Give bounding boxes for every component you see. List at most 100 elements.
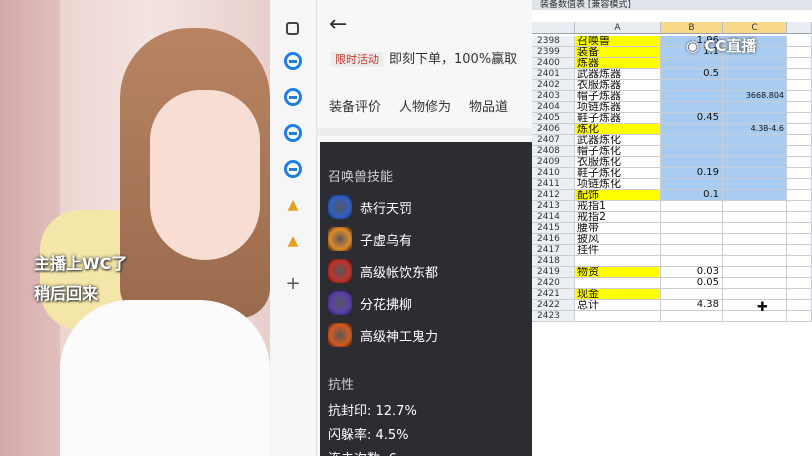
row-number[interactable]: 2408 xyxy=(532,146,575,157)
tab-icon[interactable] xyxy=(286,22,299,35)
ie-icon[interactable] xyxy=(284,160,302,178)
cell-b[interactable]: 0.19 xyxy=(661,168,723,179)
cell-d[interactable] xyxy=(787,234,812,245)
back-arrow-icon[interactable]: ← xyxy=(329,12,347,37)
cell-d[interactable] xyxy=(787,278,812,289)
cell-a[interactable]: 衣服炼化 xyxy=(575,157,661,168)
row-number[interactable]: 2409 xyxy=(532,157,575,168)
row-number[interactable]: 2423 xyxy=(532,311,575,322)
cell-c[interactable] xyxy=(723,58,787,69)
cell-c[interactable] xyxy=(723,267,787,278)
row-number[interactable]: 2399 xyxy=(532,47,575,58)
cell-c[interactable] xyxy=(723,234,787,245)
cell-c[interactable]: 4.38-4.6 xyxy=(723,124,787,135)
row-number[interactable]: 2411 xyxy=(532,179,575,190)
column-header-c[interactable]: C xyxy=(723,22,787,34)
cell-a[interactable]: 鞋子炼器 xyxy=(575,113,661,124)
cell-c[interactable] xyxy=(723,69,787,80)
row-number[interactable]: 2422 xyxy=(532,300,575,311)
cell-a[interactable]: 召唤兽 xyxy=(575,36,661,47)
cell-c[interactable] xyxy=(723,179,787,190)
cell-c[interactable] xyxy=(723,135,787,146)
cell-a[interactable]: 装备 xyxy=(575,47,661,58)
cell-c[interactable] xyxy=(723,289,787,300)
cell-c[interactable] xyxy=(723,113,787,124)
game-icon[interactable]: ▲ xyxy=(282,194,304,216)
cell-a[interactable]: 配饰 xyxy=(575,190,661,201)
cell-d[interactable] xyxy=(787,124,812,135)
cell-d[interactable] xyxy=(787,69,812,80)
cell-a[interactable]: 物资 xyxy=(575,267,661,278)
row-number[interactable]: 2407 xyxy=(532,135,575,146)
cell-b[interactable] xyxy=(661,289,723,300)
cell-b[interactable] xyxy=(661,234,723,245)
cell-a[interactable]: 戒指2 xyxy=(575,212,661,223)
cell-b[interactable] xyxy=(661,256,723,267)
cell-b[interactable] xyxy=(661,58,723,69)
cell-c[interactable] xyxy=(723,278,787,289)
cell-b[interactable] xyxy=(661,91,723,102)
cell-d[interactable] xyxy=(787,168,812,179)
cell-b[interactable] xyxy=(661,201,723,212)
cell-c[interactable] xyxy=(723,201,787,212)
cell-a[interactable]: 鞋子炼化 xyxy=(575,168,661,179)
cell-c[interactable] xyxy=(723,245,787,256)
cell-d[interactable] xyxy=(787,157,812,168)
cell-a[interactable]: 腰带 xyxy=(575,223,661,234)
cell-c[interactable] xyxy=(723,102,787,113)
ie-icon[interactable] xyxy=(284,88,302,106)
cell-b[interactable] xyxy=(661,157,723,168)
cell-d[interactable] xyxy=(787,80,812,91)
cell-b[interactable] xyxy=(661,102,723,113)
cell-b[interactable]: 4.38 xyxy=(661,300,723,311)
cell-c[interactable] xyxy=(723,223,787,234)
cell-b[interactable] xyxy=(661,80,723,91)
row-number[interactable]: 2419 xyxy=(532,267,575,278)
cell-d[interactable] xyxy=(787,113,812,124)
cell-c[interactable] xyxy=(723,157,787,168)
row-number[interactable]: 2414 xyxy=(532,212,575,223)
plus-icon[interactable]: + xyxy=(282,272,304,294)
row-number[interactable]: 2401 xyxy=(532,69,575,80)
cell-c[interactable] xyxy=(723,168,787,179)
row-number[interactable]: 2398 xyxy=(532,36,575,47)
row-number[interactable]: 2418 xyxy=(532,256,575,267)
row-number[interactable]: 2412 xyxy=(532,190,575,201)
row-number[interactable]: 2402 xyxy=(532,80,575,91)
cell-b[interactable] xyxy=(661,311,723,322)
cell-a[interactable]: 戒指1 xyxy=(575,201,661,212)
row-number[interactable]: 2400 xyxy=(532,58,575,69)
cell-d[interactable] xyxy=(787,256,812,267)
cell-d[interactable] xyxy=(787,36,812,47)
cell-d[interactable] xyxy=(787,311,812,322)
cell-c[interactable] xyxy=(723,80,787,91)
ie-icon[interactable] xyxy=(284,52,302,70)
cell-a[interactable] xyxy=(575,256,661,267)
column-header-b[interactable]: B xyxy=(661,22,723,34)
cell-a[interactable]: 炼化 xyxy=(575,124,661,135)
cell-b[interactable] xyxy=(661,212,723,223)
row-number[interactable]: 2415 xyxy=(532,223,575,234)
ie-icon[interactable] xyxy=(284,124,302,142)
cell-d[interactable] xyxy=(787,179,812,190)
cell-d[interactable] xyxy=(787,146,812,157)
row-number[interactable]: 2406 xyxy=(532,124,575,135)
cell-d[interactable] xyxy=(787,245,812,256)
column-header-a[interactable]: A xyxy=(575,22,661,34)
row-number[interactable]: 2404 xyxy=(532,102,575,113)
cell-d[interactable] xyxy=(787,102,812,113)
cell-b[interactable]: 0.45 xyxy=(661,113,723,124)
cell-d[interactable] xyxy=(787,135,812,146)
cell-c[interactable] xyxy=(723,300,787,311)
row-number[interactable]: 2413 xyxy=(532,201,575,212)
cell-c[interactable] xyxy=(723,256,787,267)
corner-cell[interactable] xyxy=(532,22,575,34)
cell-d[interactable] xyxy=(787,201,812,212)
cell-b[interactable]: 0.5 xyxy=(661,69,723,80)
cell-b[interactable] xyxy=(661,135,723,146)
promo-bar[interactable]: 限时活动 即刻下单，100%赢取 xyxy=(331,48,517,67)
cell-c[interactable]: 3668.804 xyxy=(723,91,787,102)
cell-a[interactable]: 炼器 xyxy=(575,58,661,69)
cell-c[interactable] xyxy=(723,212,787,223)
row-number[interactable]: 2403 xyxy=(532,91,575,102)
